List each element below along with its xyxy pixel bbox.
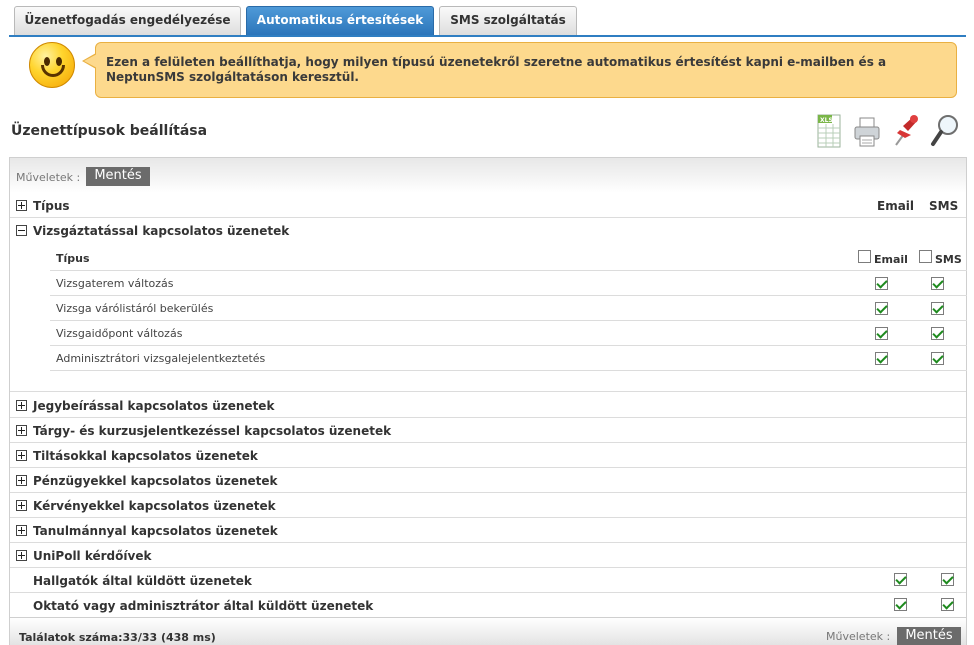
svg-text:XLS: XLS — [820, 117, 833, 124]
footer-save-button[interactable]: Mentés — [897, 627, 961, 645]
group-label: Jegybeírással kapcsolatos üzenetek — [33, 399, 275, 413]
search-icon[interactable] — [930, 112, 960, 150]
group-row-grades[interactable]: Jegybeírással kapcsolatos üzenetek — [10, 393, 966, 418]
sms-checkbox[interactable] — [941, 598, 954, 611]
table-footer: Találatok száma:33/33 (438 ms) Műveletek… — [10, 617, 966, 645]
sms-checkbox[interactable] — [931, 277, 944, 290]
sub-header-type: Típus — [56, 252, 90, 265]
email-checkbox[interactable] — [875, 352, 888, 365]
sms-select-all-checkbox[interactable] — [919, 250, 932, 263]
tab-bar: Üzenetfogadás engedélyezése Automatikus … — [0, 0, 974, 38]
expand-icon[interactable] — [16, 400, 27, 411]
expand-all-icon[interactable] — [16, 200, 27, 211]
row-label: Hallgatók által küldött üzenetek — [33, 574, 252, 588]
sub-header-email: Email — [874, 253, 908, 266]
table-header-row: Típus Email SMS — [10, 193, 966, 218]
group-row-exam[interactable]: Vizsgáztatással kapcsolatos üzenetek — [10, 218, 966, 243]
expand-icon[interactable] — [16, 425, 27, 436]
smiley-icon — [29, 42, 75, 88]
sms-checkbox[interactable] — [941, 573, 954, 586]
email-checkbox[interactable] — [894, 598, 907, 611]
expand-icon[interactable] — [16, 550, 27, 561]
header-type: Típus — [33, 199, 70, 213]
email-select-all-checkbox[interactable] — [858, 250, 871, 263]
row-label: Oktató vagy adminisztrátor által küldött… — [33, 599, 374, 613]
group-label: UniPoll kérdőívek — [33, 549, 152, 563]
row-label: Adminisztrátori vizsgalejelentkeztetés — [56, 352, 266, 365]
email-checkbox[interactable] — [875, 302, 888, 315]
table-row: Oktató vagy adminisztrátor által küldött… — [10, 593, 966, 618]
info-bubble: Ezen a felületen beállíthatja, hogy mily… — [95, 42, 957, 98]
header-email: Email — [877, 199, 915, 213]
result-count: Találatok száma:33/33 (438 ms) — [19, 631, 216, 644]
table-row: Vizsga várólistáról bekerülés — [50, 296, 967, 321]
sms-checkbox[interactable] — [931, 352, 944, 365]
actions-toolbar: Műveletek : Mentés — [10, 157, 966, 193]
header-sms: SMS — [929, 199, 959, 213]
settings-panel: Műveletek : Mentés Típus Email SMS Vizsg… — [9, 157, 967, 645]
save-button[interactable]: Mentés — [86, 167, 150, 186]
row-label: Vizsgaidőpont változás — [56, 327, 183, 340]
pin-icon[interactable] — [891, 112, 921, 150]
group-label: Pénzügyekkel kapcsolatos üzenetek — [33, 474, 278, 488]
sub-table-header: Típus Email SMS — [50, 246, 967, 271]
group-label: Kérvényekkel kapcsolatos üzenetek — [33, 499, 276, 513]
table-row: Adminisztrátori vizsgalejelentkeztetés — [50, 346, 967, 371]
collapse-icon[interactable] — [16, 225, 27, 236]
table-row: Vizsgaterem változás — [50, 271, 967, 296]
tab-message-receiving[interactable]: Üzenetfogadás engedélyezése — [14, 6, 241, 36]
info-text: Ezen a felületen beállíthatja, hogy mily… — [106, 55, 887, 84]
print-icon[interactable] — [852, 112, 882, 150]
row-label: Vizsgaterem változás — [56, 277, 174, 290]
group-row-courses[interactable]: Tárgy- és kurzusjelentkezéssel kapcsolat… — [10, 418, 966, 443]
group-label: Vizsgáztatással kapcsolatos üzenetek — [33, 224, 290, 238]
table-row: Vizsgaidőpont változás — [50, 321, 967, 346]
row-label: Vizsga várólistáról bekerülés — [56, 302, 214, 315]
email-checkbox[interactable] — [875, 327, 888, 340]
group-label: Tiltásokkal kapcsolatos üzenetek — [33, 449, 258, 463]
xls-export-icon[interactable]: XLS — [815, 112, 845, 150]
email-checkbox[interactable] — [875, 277, 888, 290]
expand-icon[interactable] — [16, 525, 27, 536]
footer-ops-label: Műveletek : — [826, 630, 891, 643]
sms-checkbox[interactable] — [931, 302, 944, 315]
group-row-unipoll[interactable]: UniPoll kérdőívek — [10, 543, 966, 568]
table-row: Hallgatók által küldött üzenetek — [10, 568, 966, 593]
group-label: Tárgy- és kurzusjelentkezéssel kapcsolat… — [33, 424, 392, 438]
group-label: Tanulmánnyal kapcsolatos üzenetek — [33, 524, 278, 538]
tab-sms-service[interactable]: SMS szolgáltatás — [439, 6, 577, 36]
group-row-studies[interactable]: Tanulmánnyal kapcsolatos üzenetek — [10, 518, 966, 543]
sms-checkbox[interactable] — [931, 327, 944, 340]
email-checkbox[interactable] — [894, 573, 907, 586]
sub-header-sms: SMS — [935, 253, 962, 266]
page-title: Üzenettípusok beállítása — [11, 123, 208, 139]
section-divider — [10, 391, 966, 392]
ops-label: Műveletek : — [16, 171, 81, 184]
group-row-finance[interactable]: Pénzügyekkel kapcsolatos üzenetek — [10, 468, 966, 493]
group-row-requests[interactable]: Kérvényekkel kapcsolatos üzenetek — [10, 493, 966, 518]
expand-icon[interactable] — [16, 450, 27, 461]
tab-automatic-notifications[interactable]: Automatikus értesítések — [246, 6, 434, 36]
expand-icon[interactable] — [16, 500, 27, 511]
tab-baseline — [9, 35, 966, 37]
expand-icon[interactable] — [16, 475, 27, 486]
group-row-bans[interactable]: Tiltásokkal kapcsolatos üzenetek — [10, 443, 966, 468]
